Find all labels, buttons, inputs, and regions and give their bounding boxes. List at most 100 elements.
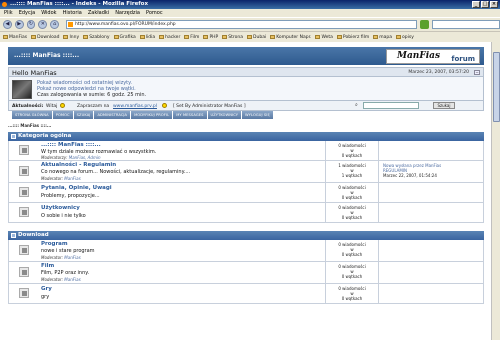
bookmark-item[interactable]: opisy (395, 35, 414, 40)
login-time: Czas zalogowania w sumie: 6 godz. 25 min… (37, 92, 147, 98)
board-stats: 0 wiadomości w 0 wątkach (325, 240, 379, 261)
folder-icon (203, 35, 209, 39)
forum-search-input[interactable] (363, 102, 419, 109)
collapse-icon[interactable] (11, 233, 16, 238)
board-name[interactable]: Aktualności - Regulamin (41, 162, 116, 168)
search-input[interactable] (431, 20, 500, 29)
board-row: Użytkownicy O sobie i nie tylko 0 wiadom… (8, 203, 484, 223)
bookmark-item[interactable]: hacker (159, 35, 180, 40)
site-favicon-icon (68, 22, 74, 27)
bookmark-item[interactable]: Inny (63, 35, 79, 40)
menu-history[interactable]: Historia (63, 10, 82, 16)
forward-icon[interactable]: ▶ (14, 20, 24, 29)
board-moderators: Moderator: ManFias (41, 176, 81, 181)
last-post-date: Marzec 22, 2007, 01:54:24 (383, 173, 437, 178)
tab-help[interactable]: POMOC (52, 111, 73, 119)
tab-search[interactable]: SZUKAJ (73, 111, 94, 119)
board-row: Gry gry 0 wiadomości w 0 wątkach (8, 284, 484, 304)
board-stats: 0 wiadomości w 0 wątkach (325, 203, 379, 222)
maximize-button[interactable]: □ (481, 1, 489, 8)
window-title: ...:::: ManFias ::::... - Indeks - Mozil… (10, 1, 149, 7)
news-set-by: [ Set By Administrator ManFias ] (173, 103, 246, 109)
bookmark-item[interactable]: Film (184, 35, 199, 40)
board-row: Pytania, Opinie, Uwagi Problemy, propozy… (8, 183, 484, 203)
board-name[interactable]: Film (41, 263, 54, 269)
board-name[interactable]: ...:::: ManFias ::::... (41, 142, 101, 148)
bookmark-item[interactable]: Dubai (247, 35, 266, 40)
folder-icon (139, 35, 145, 39)
folder-icon (83, 35, 89, 39)
board-icon (19, 145, 29, 155)
scrollbar-thumb[interactable] (493, 52, 500, 122)
vertical-scrollbar[interactable] (491, 42, 500, 340)
tab-home[interactable]: STRONA GŁÓWNA (12, 111, 52, 119)
board-row: Film Film, P2P oraz inny. Moderator: Man… (8, 262, 484, 284)
forum-title: ...:::: ManFias ::::... (14, 52, 80, 59)
forum-logo: ManFias forum (386, 49, 480, 64)
bookmark-item[interactable]: PHP (203, 35, 218, 40)
bookmark-item[interactable]: mapa (373, 35, 392, 40)
collapse-icon[interactable] (11, 134, 16, 139)
tab-members[interactable]: UŻYTKOWNICY (207, 111, 242, 119)
avatar (12, 80, 32, 99)
news-invite-link[interactable]: www.manfias.prv.pl (113, 104, 157, 109)
home-icon[interactable]: ⌂ (50, 20, 60, 29)
minimize-button[interactable]: _ (472, 1, 480, 8)
board-name[interactable]: Gry (41, 286, 52, 292)
bookmark-item[interactable]: Grafika (113, 35, 136, 40)
board-name[interactable]: Pytania, Opinie, Uwagi (41, 185, 112, 191)
menu-bar: Plik Edycja Widok Historia Zakładki Narz… (0, 9, 500, 17)
go-button[interactable] (419, 20, 429, 29)
tab-admin[interactable]: ADMINISTRACJA (94, 111, 131, 119)
hello-bar: Hello ManFias Marzec 23, 2007, 03:57:20 … (8, 67, 484, 77)
menu-file[interactable]: Plik (4, 10, 13, 16)
bookmark-item[interactable]: Weta (315, 35, 333, 40)
breadcrumb[interactable]: ...:::: ManFias ::::... (8, 123, 484, 128)
menu-view[interactable]: Widok (41, 10, 56, 16)
back-icon[interactable]: ◀ (3, 20, 12, 29)
board-name[interactable]: Użytkownicy (41, 205, 80, 211)
bookmarks-toolbar: ManFias Download Inny Szablony Grafika l… (0, 31, 500, 42)
menu-edit[interactable]: Edycja (19, 10, 36, 16)
board-icon (19, 166, 29, 176)
board-moderators: Moderatorzy: ManFias, Admin (41, 155, 101, 160)
tab-logout[interactable]: WYLOGUJ SIĘ (242, 111, 273, 119)
board-desc: gry (41, 294, 50, 300)
reload-icon[interactable]: ↻ (26, 20, 36, 29)
board-desc: Problemy, propozycje... (41, 193, 100, 199)
board-desc: O sobie i nie tylko (41, 213, 86, 219)
bookmark-item[interactable]: Szablony (83, 35, 110, 40)
menu-help[interactable]: Pomoc (146, 10, 163, 16)
bookmark-item[interactable]: ManFias (3, 35, 27, 40)
menu-tools[interactable]: Narzędzia (115, 10, 140, 16)
news-invite-prefix: Zapraszam na (77, 103, 110, 109)
board-name[interactable]: Program (41, 241, 68, 247)
bookmark-item[interactable]: Pobierz film (336, 35, 369, 40)
bookmark-item[interactable]: Download (31, 35, 59, 40)
search-button[interactable]: Szukaj (433, 102, 455, 109)
bookmark-item[interactable]: lidia (139, 35, 155, 40)
smiley-icon (60, 103, 65, 108)
board-stats: 1 wiadomości w 1 wątkach (325, 161, 379, 182)
folder-icon (373, 35, 379, 39)
folder-icon (395, 35, 401, 39)
tab-profile[interactable]: MODYFIKUJ PROFIL (131, 111, 173, 119)
bookmark-item[interactable]: Strona (222, 35, 243, 40)
folder-icon (159, 35, 165, 39)
bookmark-item[interactable]: Komputer Napr. (270, 35, 311, 40)
tab-messages[interactable]: MY MESSAGES (173, 111, 207, 119)
stop-icon[interactable]: ✕ (38, 20, 48, 29)
menu-bookmarks[interactable]: Zakładki (88, 10, 109, 16)
collapse-icon[interactable]: − (474, 70, 480, 75)
navigation-toolbar: ◀ ▶ ↻ ✕ ⌂ http://www.manfias.ovo.pl/FORU… (0, 17, 500, 31)
address-bar[interactable]: http://www.manfias.ovo.pl/FORUM/index.ph… (66, 20, 417, 29)
forum-tabs: STRONA GŁÓWNA POMOC SZUKAJ ADMINISTRACJA… (8, 111, 484, 119)
board-stats: 0 wiadomości w 0 wątkach (325, 141, 379, 160)
address-url: http://www.manfias.ovo.pl/FORUM/index.ph… (75, 22, 176, 27)
category-title: Download (18, 232, 49, 238)
category-header[interactable]: Download (8, 231, 484, 240)
close-button[interactable]: × (490, 1, 498, 8)
category-header[interactable]: Kategoria ogólna (8, 132, 484, 141)
folder-icon (315, 35, 321, 39)
news-label: Aktualności: (12, 103, 44, 109)
